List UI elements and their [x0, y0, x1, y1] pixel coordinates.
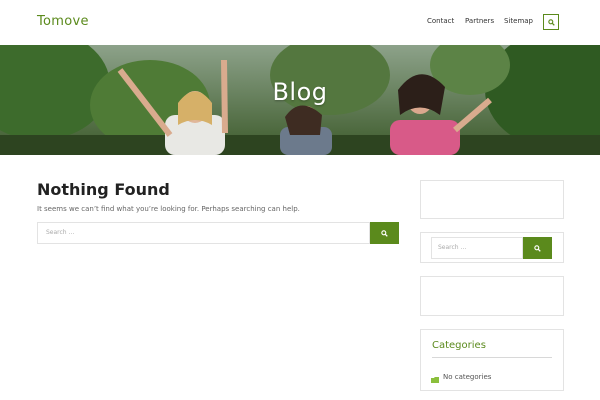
- categories-divider: [432, 357, 552, 358]
- sidebar-categories-widget: [420, 329, 564, 391]
- search-icon: [547, 18, 555, 26]
- sidebar-search-input[interactable]: Search …: [431, 237, 523, 259]
- sidebar-widget-empty: [420, 180, 564, 219]
- site-logo[interactable]: Tomove: [37, 14, 89, 29]
- folder-icon: [431, 377, 439, 383]
- search-icon: [381, 229, 388, 237]
- category-item[interactable]: No categories: [443, 373, 491, 381]
- sidebar-search-button[interactable]: [523, 237, 552, 259]
- main-search-button[interactable]: [370, 222, 399, 244]
- sidebar-widget-empty-2: [420, 276, 564, 316]
- site-header: Tomove Contact Partners Sitemap: [0, 0, 600, 45]
- hero-banner: Blog: [0, 45, 600, 155]
- main-search-input[interactable]: Search …: [37, 222, 370, 244]
- nav-contact[interactable]: Contact: [427, 17, 454, 25]
- page-title: Blog: [272, 78, 328, 106]
- search-icon: [534, 244, 541, 252]
- nothing-found-message: It seems we can’t find what you’re looki…: [37, 205, 300, 213]
- categories-heading: Categories: [432, 340, 486, 351]
- nav-partners[interactable]: Partners: [465, 17, 494, 25]
- header-search-button[interactable]: [543, 14, 559, 30]
- nothing-found-heading: Nothing Found: [37, 180, 170, 199]
- nav-sitemap[interactable]: Sitemap: [504, 17, 533, 25]
